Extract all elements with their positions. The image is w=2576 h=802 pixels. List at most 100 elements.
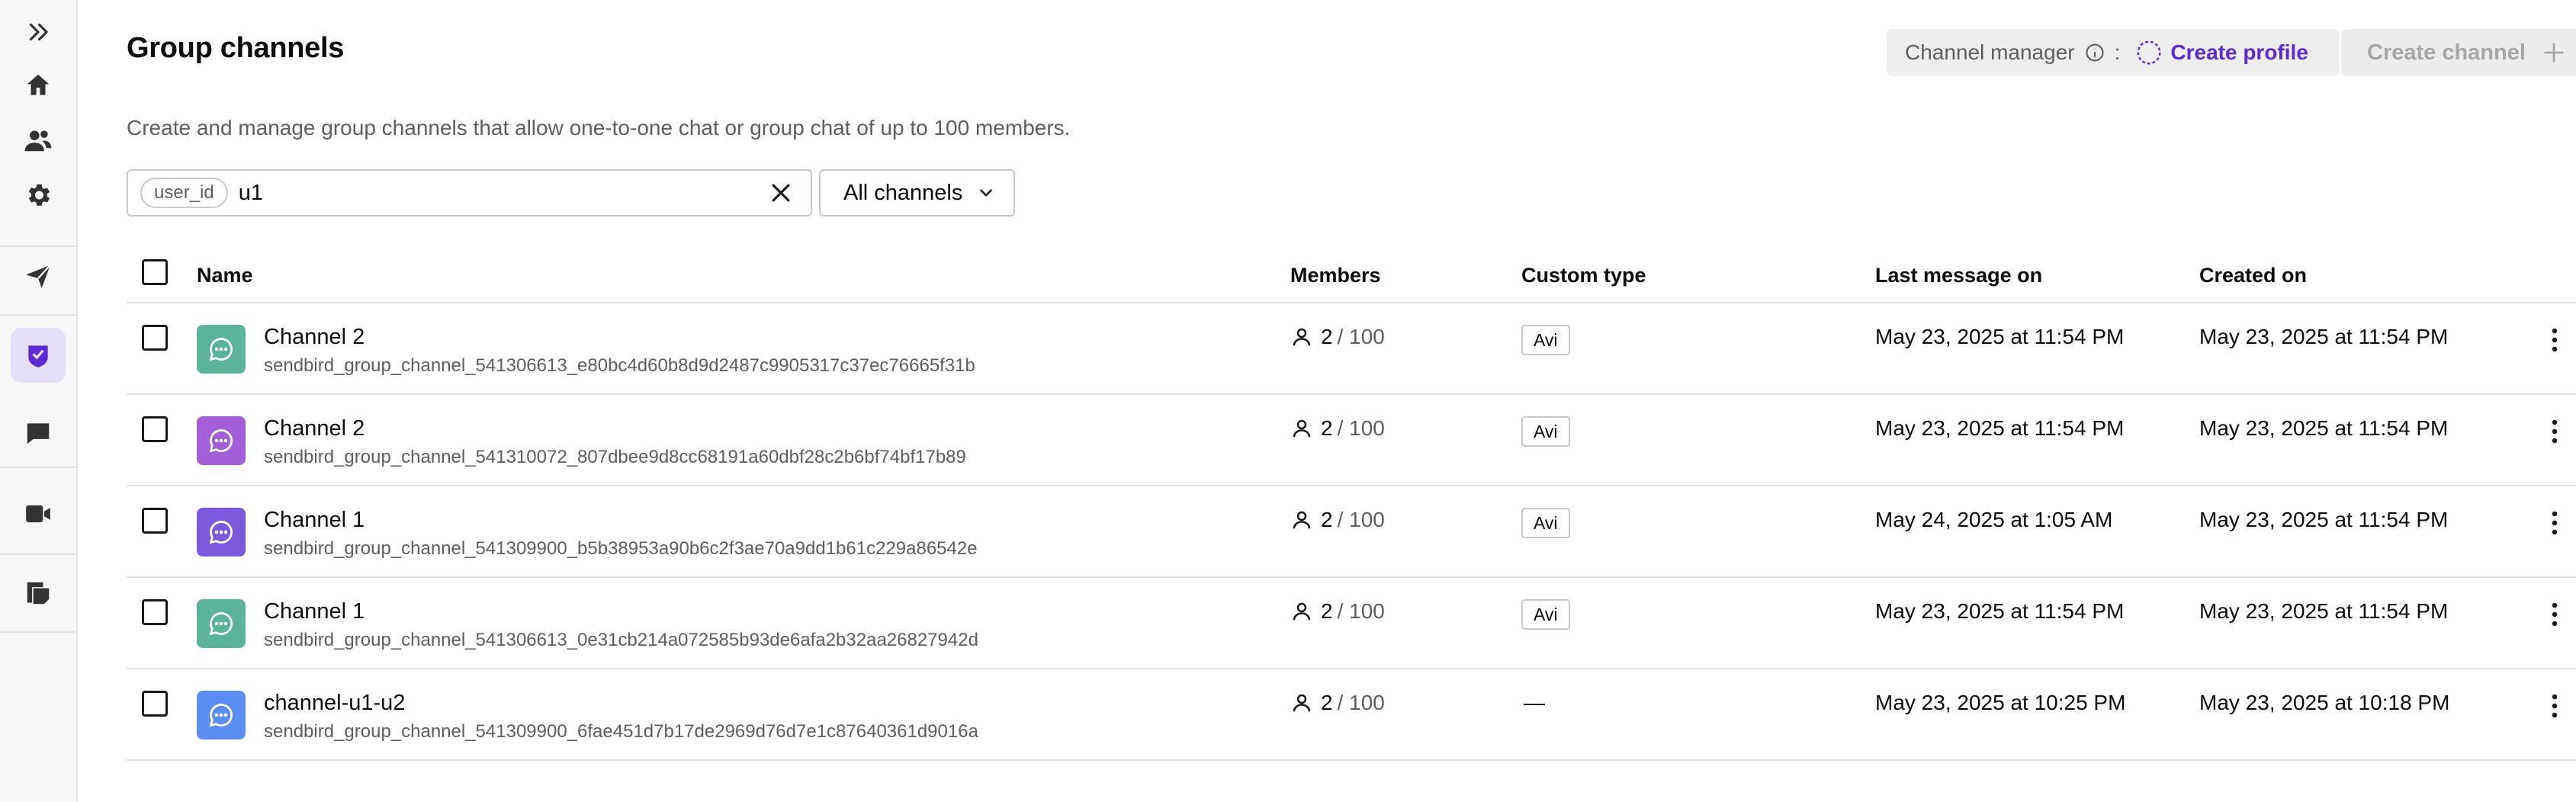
- sidebar-item-calls[interactable]: [11, 486, 66, 541]
- moderation-icon: [28, 345, 48, 367]
- channel-name[interactable]: Channel 1: [264, 508, 365, 533]
- sidebar-item-chat[interactable]: [11, 406, 66, 460]
- channel-name[interactable]: Channel 2: [264, 325, 365, 350]
- person-icon: [1293, 419, 1311, 438]
- members-current: 2: [1321, 599, 1333, 623]
- person-icon: [1293, 328, 1311, 346]
- channel-url: sendbird_group_channel_541306613_0e31cb2…: [264, 630, 978, 650]
- table-row[interactable]: channel-u1-u2 sendbird_group_channel_5413…: [127, 669, 2576, 761]
- create-channel-label: Create channel: [2367, 40, 2526, 65]
- table-header: Name Members Custom type Last message on…: [127, 249, 2576, 303]
- expand-sidebar-button[interactable]: [11, 5, 66, 59]
- members-max: / 100: [1337, 599, 1385, 623]
- column-header-custom-type[interactable]: Custom type: [1521, 249, 1646, 302]
- created-date: May 23, 2025 at 11:54 PM: [2199, 508, 2449, 531]
- last-message-date: May 23, 2025 at 11:54 PM: [1875, 599, 2125, 623]
- sidebar-item-users[interactable]: [11, 113, 66, 168]
- main-content: Group channels Create and manage group c…: [127, 0, 2576, 802]
- more-vertical-icon: [2552, 511, 2558, 535]
- double-chevron-right-icon: [29, 23, 48, 41]
- row-checkbox[interactable]: [142, 508, 168, 534]
- channel-name[interactable]: Channel 1: [264, 599, 365, 624]
- person-icon: [1293, 694, 1311, 712]
- send-icon: [26, 264, 51, 288]
- row-more-button[interactable]: [2539, 688, 2570, 724]
- members-max: / 100: [1337, 508, 1385, 531]
- dashed-circle-icon: [2137, 40, 2161, 65]
- search-filter-chip[interactable]: user_id: [140, 178, 228, 208]
- table-row[interactable]: Channel 2 sendbird_group_channel_54131007…: [127, 395, 2576, 486]
- row-checkbox[interactable]: [142, 416, 168, 442]
- row-more-button[interactable]: [2539, 596, 2570, 633]
- created-date: May 23, 2025 at 10:18 PM: [2199, 691, 2450, 714]
- column-header-name[interactable]: Name: [197, 249, 253, 302]
- table-row[interactable]: Channel 2 sendbird_group_channel_54130661…: [127, 303, 2576, 395]
- channel-avatar: [197, 691, 246, 739]
- channel-name[interactable]: channel-u1-u2: [264, 691, 405, 716]
- column-header-created-on[interactable]: Created on: [2199, 249, 2307, 302]
- channel-avatar: [197, 508, 246, 557]
- channel-type-selected: All channels: [843, 180, 963, 205]
- sidebar-item-settings[interactable]: [11, 168, 66, 223]
- chat-bubble-icon: [209, 704, 233, 727]
- table-row[interactable]: Channel 1 sendbird_group_channel_54130661…: [127, 578, 2576, 669]
- create-profile-link[interactable]: Create profile: [2170, 40, 2308, 65]
- members-max: / 100: [1337, 325, 1385, 348]
- members-max: / 100: [1337, 416, 1385, 440]
- sidebar-item-notes[interactable]: [11, 566, 66, 621]
- column-header-last-message-on[interactable]: Last message on: [1875, 249, 2042, 302]
- create-channel-button[interactable]: Create channel: [2341, 29, 2576, 76]
- channel-avatar: [197, 325, 246, 374]
- members-current: 2: [1321, 416, 1333, 440]
- settings-icon: [28, 184, 50, 206]
- row-more-button[interactable]: [2539, 322, 2570, 358]
- column-header-members[interactable]: Members: [1290, 249, 1381, 302]
- search-field[interactable]: user_id u1: [127, 169, 812, 217]
- video-call-icon: [26, 505, 50, 523]
- members-current: 2: [1321, 325, 1333, 348]
- created-date: May 23, 2025 at 11:54 PM: [2199, 599, 2449, 623]
- members-current: 2: [1321, 691, 1333, 714]
- chat-bubble-icon: [209, 429, 233, 453]
- home-icon: [27, 74, 50, 95]
- page-title: Group channels: [127, 32, 345, 64]
- members-count: 2/ 100: [1290, 599, 1385, 624]
- person-icon: [1293, 511, 1311, 529]
- chevron-down-icon: [980, 189, 993, 197]
- channel-avatar: [197, 599, 246, 648]
- person-icon: [1293, 602, 1311, 621]
- custom-type-badge: Avi: [1521, 508, 1570, 538]
- channel-url: sendbird_group_channel_541310072_807dbee…: [264, 447, 966, 467]
- row-checkbox[interactable]: [142, 599, 168, 625]
- more-vertical-icon: [2552, 694, 2558, 718]
- sidebar-item-home[interactable]: [11, 58, 66, 113]
- channel-avatar: [197, 416, 246, 465]
- info-icon[interactable]: [2084, 42, 2105, 63]
- channel-url: sendbird_group_channel_541306613_e80bc4d…: [264, 355, 975, 376]
- row-checkbox[interactable]: [142, 691, 168, 717]
- search-input[interactable]: u1: [239, 181, 768, 206]
- channel-url: sendbird_group_channel_541309900_6fae451…: [264, 721, 978, 742]
- clear-search-icon[interactable]: [768, 180, 794, 206]
- sidebar-item-announcements[interactable]: [11, 249, 66, 303]
- sidebar-item-moderation[interactable]: [11, 328, 66, 383]
- notes-icon: [27, 582, 50, 605]
- row-checkbox[interactable]: [142, 325, 168, 351]
- table-row[interactable]: Channel 1 sendbird_group_channel_54130990…: [127, 486, 2576, 578]
- more-vertical-icon: [2552, 328, 2558, 352]
- page-description: Create and manage group channels that al…: [127, 116, 1071, 140]
- row-more-button[interactable]: [2539, 505, 2570, 541]
- chat-bubble-icon: [209, 338, 233, 361]
- channel-manager-colon: :: [2114, 40, 2121, 64]
- channel-name[interactable]: Channel 2: [264, 416, 365, 441]
- created-date: May 23, 2025 at 11:54 PM: [2199, 416, 2449, 440]
- row-more-button[interactable]: [2539, 413, 2570, 450]
- chat-bubble-icon: [209, 612, 233, 636]
- plus-icon: [2544, 43, 2564, 63]
- sidebar-divider: [0, 245, 76, 247]
- members-current: 2: [1321, 508, 1333, 531]
- chat-bubble-icon: [209, 521, 233, 544]
- channel-type-dropdown[interactable]: All channels: [819, 169, 1015, 217]
- select-all-checkbox[interactable]: [142, 259, 168, 285]
- last-message-date: May 23, 2025 at 10:25 PM: [1875, 691, 2126, 714]
